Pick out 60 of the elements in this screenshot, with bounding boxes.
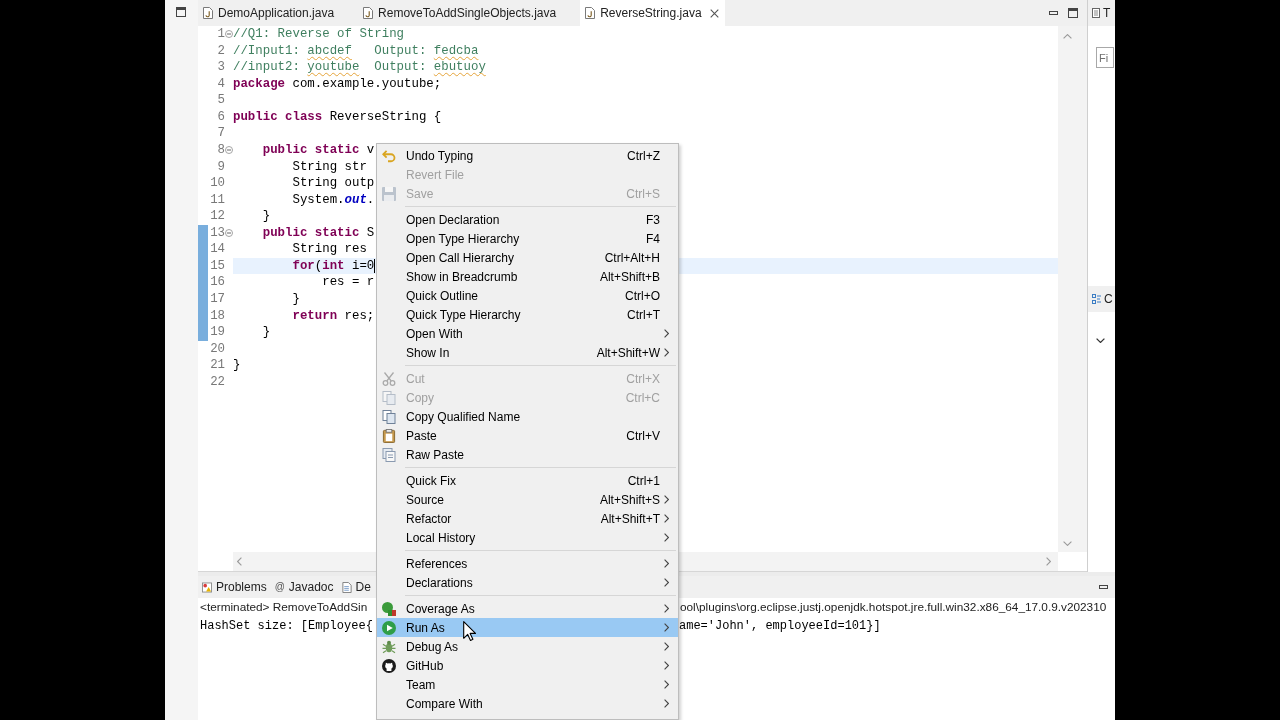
code-line: //input2: youtube Output: ebutuoy xyxy=(233,59,486,76)
code-line: String res xyxy=(291,241,367,258)
shortcut-text: F3 xyxy=(646,212,660,227)
shortcut-text: Ctrl+O xyxy=(625,288,660,303)
shortcut-text: Ctrl+T xyxy=(627,307,660,322)
line-number: 7 xyxy=(217,125,225,142)
code-line: String str xyxy=(291,158,367,176)
line-number: 5 xyxy=(217,92,225,109)
line-number: 14 xyxy=(210,241,225,258)
line-number: 3 xyxy=(217,59,225,76)
shortcut-text: Ctrl+1 xyxy=(627,473,660,488)
shortcut-text: Alt+Shift+T xyxy=(600,511,660,526)
code-line: res = r xyxy=(321,274,375,291)
line-number: 2 xyxy=(217,42,225,60)
at-sign-icon: @ xyxy=(274,582,285,592)
line-number: 13 xyxy=(210,224,225,242)
line-number: 4 xyxy=(217,75,225,93)
line-number: 10 xyxy=(210,175,225,192)
code-line: } xyxy=(291,291,300,308)
line-number: 17 xyxy=(210,291,225,308)
line-number: 1 xyxy=(217,26,225,43)
shortcut-text: Ctrl+Alt+H xyxy=(604,250,660,265)
shortcut-text: Ctrl+C xyxy=(625,390,660,405)
line-number: 15 xyxy=(210,257,225,275)
line-number: 18 xyxy=(210,307,225,325)
line-number: 8 xyxy=(217,141,225,159)
code-line: } xyxy=(261,324,271,341)
line-number: 19 xyxy=(210,324,225,341)
code-line: public static S xyxy=(261,224,375,242)
line-number: 20 xyxy=(210,340,225,358)
line-number: 12 xyxy=(210,208,225,225)
line-number: 9 xyxy=(217,158,225,176)
shortcut-text: Alt+Shift+S xyxy=(599,492,660,507)
console-output: ame='John', employeeId=101}] xyxy=(679,618,881,635)
shortcut-text: F4 xyxy=(646,231,660,246)
console-status: ool\plugins\org.eclipse.justj.openjdk.hotspot.jre.full.win32.x86_64_17.0.9.v202310 xyxy=(680,600,1107,614)
code-line: //Input1: abcdef Output: fedcba xyxy=(233,42,479,60)
console-status: <terminated> RemoveToAddSin xyxy=(200,600,368,614)
code-line: for(int i=0 xyxy=(291,257,375,275)
shortcut-text: Alt+Shift+W xyxy=(596,345,660,360)
code-line: System.out. xyxy=(291,191,375,209)
console-output: HashSet size: [Employee{ xyxy=(200,618,373,635)
code-line: //Q1: Reverse of String xyxy=(233,26,405,43)
code-line: return res; xyxy=(291,307,375,325)
code-line: String outp xyxy=(291,175,375,192)
code-line: public static v xyxy=(261,141,375,159)
shortcut-text: Ctrl+X xyxy=(626,371,660,386)
line-number: 16 xyxy=(210,274,225,291)
line-number: 22 xyxy=(210,373,225,391)
line-number: 11 xyxy=(210,191,225,209)
code-line: package com.example.youtube; xyxy=(233,75,442,93)
shortcut-text: Ctrl+V xyxy=(626,428,660,443)
line-number: 6 xyxy=(217,108,225,126)
shortcut-text: Alt+Shift+B xyxy=(599,269,660,284)
code-line: public class ReverseString { xyxy=(233,108,442,126)
line-number: 21 xyxy=(210,357,225,374)
shortcut-text: Ctrl+S xyxy=(626,186,660,201)
code-line: } xyxy=(261,208,271,225)
shortcut-text: Ctrl+Z xyxy=(627,148,660,163)
code-line: } xyxy=(233,357,241,374)
